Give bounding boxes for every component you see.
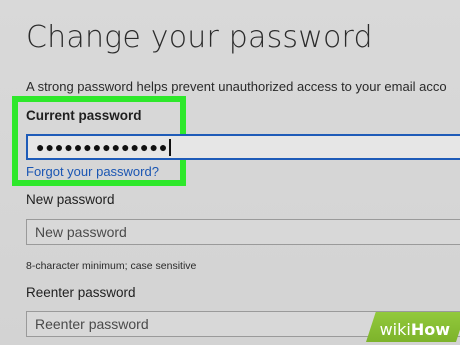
password-hint: 8-character minimum; case sensitive [26,260,197,272]
watermark-wiki: wiki [379,320,411,339]
new-password-input[interactable]: New password [26,219,460,245]
new-password-placeholder: New password [35,224,127,240]
page-description: A strong password helps prevent unauthor… [26,79,447,94]
text-caret [169,138,171,156]
reenter-password-placeholder: Reenter password [35,316,149,332]
reenter-password-label: Reenter password [26,285,136,300]
current-password-input[interactable]: ●●●●●●●●●●●●●● [26,134,460,160]
forgot-password-link[interactable]: Forgot your password? [26,164,159,179]
current-password-value: ●●●●●●●●●●●●●● [36,139,169,155]
watermark-how: How [410,320,450,339]
new-password-label: New password [26,192,115,207]
current-password-label: Current password [26,108,142,123]
wikihow-watermark: wikiHow [380,320,450,339]
change-password-page: Change your password A strong password h… [0,0,460,345]
page-title: Change your password [26,20,373,55]
